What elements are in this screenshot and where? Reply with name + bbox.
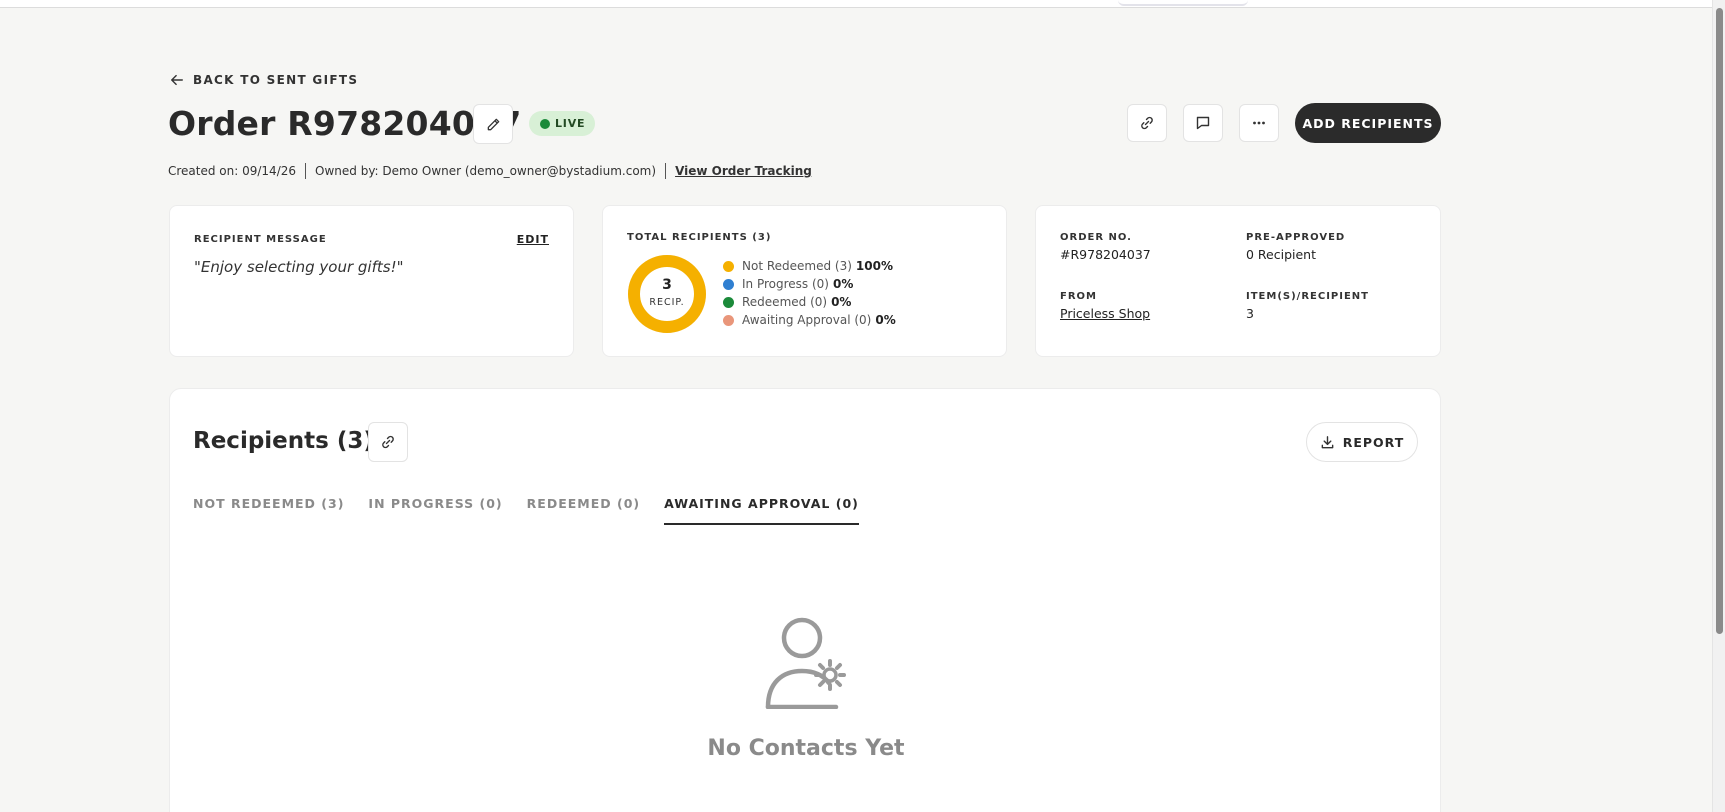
legend-label: In Progress (0) — [742, 277, 829, 291]
back-label: BACK TO SENT GIFTS — [193, 73, 359, 87]
from-label: FROM — [1060, 291, 1097, 302]
order-info-card: ORDER NO. #R978204037 PRE-APPROVED 0 Rec… — [1035, 205, 1441, 357]
order-no-label: ORDER NO. — [1060, 232, 1132, 243]
back-to-sent-gifts-link[interactable]: BACK TO SENT GIFTS — [170, 73, 358, 87]
legend-swatch — [723, 314, 734, 326]
pre-approved-label: PRE-APPROVED — [1246, 232, 1346, 243]
order-no-value: #R978204037 — [1060, 247, 1151, 262]
legend-swatch — [723, 278, 734, 290]
recipients-legend: Not Redeemed (3) 100% In Progress (0) 0% R… — [723, 257, 896, 329]
recipient-message-text: "Enjoy selecting your gifts!" — [194, 258, 404, 276]
top-bar — [0, 0, 1712, 8]
total-recipients-label: TOTAL RECIPIENTS (3) — [627, 232, 772, 243]
more-horizontal-icon — [1253, 121, 1265, 125]
status-badge: LIVE — [529, 111, 596, 136]
pencil-icon — [487, 118, 499, 130]
status-label: LIVE — [555, 117, 586, 130]
comment-icon — [1196, 116, 1210, 130]
recipient-message-card: RECIPIENT MESSAGE EDIT "Enjoy selecting … — [169, 205, 574, 357]
arrow-left-icon — [171, 74, 183, 86]
divider — [665, 163, 667, 179]
items-per-recipient-field: ITEM(S)/RECIPIENT 3 — [1246, 291, 1369, 321]
legend-percent: 0% — [875, 313, 896, 327]
top-tab-indicator — [1118, 0, 1248, 6]
empty-state-text: No Contacts Yet — [707, 736, 905, 761]
page-title: Order R978204037 — [168, 104, 522, 143]
donut-slice-0 — [628, 255, 706, 333]
legend-percent: 100% — [855, 259, 893, 273]
legend-swatch — [723, 260, 734, 272]
order-meta: Created on: 09/14/26 Owned by: Demo Owne… — [168, 163, 812, 179]
tab-not-redeemed[interactable]: NOT REDEEMED (3) — [193, 496, 344, 525]
report-button[interactable]: REPORT — [1306, 422, 1418, 462]
recipient-tabs: NOT REDEEMED (3) IN PROGRESS (0) REDEEME… — [193, 496, 859, 525]
legend-label: Awaiting Approval (0) — [742, 313, 872, 327]
legend-item-awaiting-approval: Awaiting Approval (0) 0% — [723, 311, 896, 329]
report-label: REPORT — [1342, 434, 1405, 450]
tab-in-progress[interactable]: IN PROGRESS (0) — [368, 496, 502, 525]
legend-item-in-progress: In Progress (0) 0% — [723, 275, 896, 293]
legend-item-not-redeemed: Not Redeemed (3) 100% — [723, 257, 896, 275]
from-shop-link[interactable]: Priceless Shop — [1060, 306, 1150, 321]
divider — [305, 163, 307, 179]
copy-link-button[interactable] — [1127, 104, 1167, 142]
created-on: Created on: 09/14/26 — [168, 164, 297, 178]
more-options-button[interactable] — [1239, 104, 1279, 142]
legend-percent: 0% — [832, 277, 854, 291]
add-recipients-button[interactable]: ADD RECIPIENTS — [1295, 103, 1441, 143]
edit-message-link[interactable]: EDIT — [517, 233, 549, 246]
scrollbar-thumb[interactable] — [1716, 8, 1723, 634]
legend-percent: 0% — [831, 295, 852, 309]
recipients-title: Recipients (3) — [193, 428, 374, 454]
pre-approved-field: PRE-APPROVED 0 Recipient — [1246, 232, 1345, 262]
items-per-recipient-value: 3 — [1246, 306, 1254, 321]
total-recipients-card: TOTAL RECIPIENTS (3) 3 RECIP. Not Redeem… — [602, 205, 1007, 357]
owned-by: Owned by: Demo Owner (demo_owner@bystadi… — [315, 164, 657, 178]
from-field: FROM Priceless Shop — [1060, 291, 1150, 321]
edit-title-button[interactable] — [473, 104, 513, 144]
items-per-recipient-label: ITEM(S)/RECIPIENT — [1246, 291, 1369, 302]
legend-swatch — [723, 296, 734, 308]
recipients-panel: Recipients (3) REPORT NOT REDEEMED (3) I… — [169, 388, 1441, 812]
legend-item-redeemed: Redeemed (0) 0% — [723, 293, 896, 311]
tab-awaiting-approval[interactable]: AWAITING APPROVAL (0) — [664, 496, 859, 525]
donut-total: 3 — [662, 277, 672, 293]
view-order-tracking-link[interactable]: View Order Tracking — [675, 164, 812, 178]
comment-button[interactable] — [1183, 104, 1223, 142]
donut-total-label: RECIP. — [649, 297, 685, 308]
live-dot-icon — [540, 118, 550, 129]
recipients-donut-chart — [628, 255, 706, 333]
recipients-link-button[interactable] — [368, 422, 408, 462]
tab-redeemed[interactable]: REDEEMED (0) — [527, 496, 640, 525]
link-icon — [1141, 116, 1153, 130]
legend-label: Not Redeemed (3) — [742, 259, 852, 273]
recipient-message-label: RECIPIENT MESSAGE — [194, 234, 327, 245]
order-no-field: ORDER NO. #R978204037 — [1060, 232, 1151, 262]
link-icon — [382, 435, 394, 449]
legend-label: Redeemed (0) — [742, 295, 828, 309]
pre-approved-value: 0 Recipient — [1246, 247, 1317, 262]
user-settings-icon — [765, 617, 846, 709]
page-scrollbar[interactable] — [1712, 0, 1725, 812]
download-icon — [1321, 435, 1334, 448]
